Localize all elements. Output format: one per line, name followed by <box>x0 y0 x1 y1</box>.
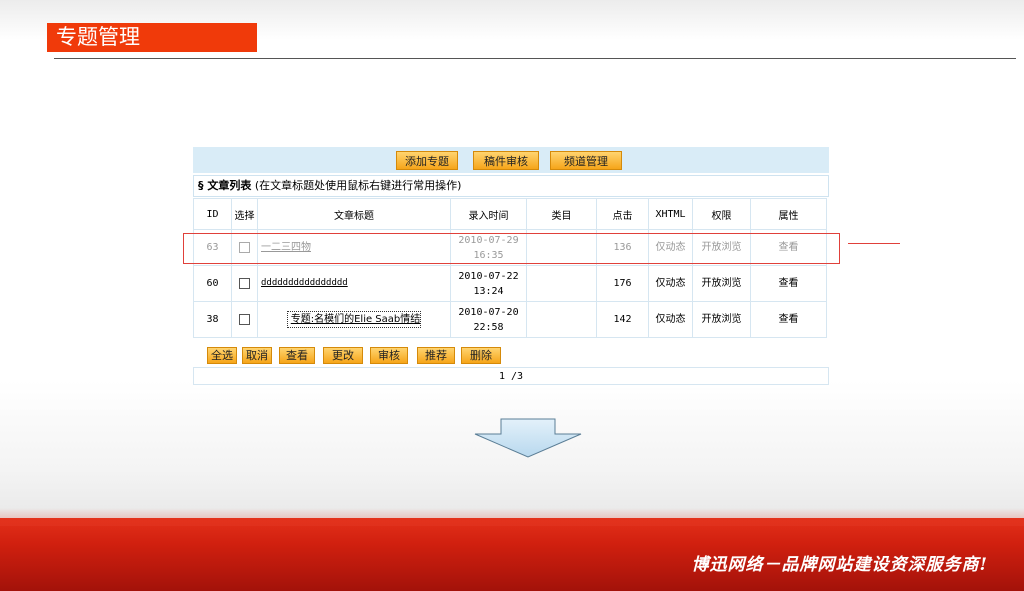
article-title-link[interactable]: 专题:名模们的Elie Saab情结 <box>286 311 422 328</box>
select-all-button[interactable]: 全选 <box>207 347 237 364</box>
article-table: ID 选择 文章标题 录入时间 类目 点击 XHTML 权限 属性 63 一二三… <box>193 198 827 338</box>
review-submissions-button[interactable]: 稿件审核 <box>473 151 539 170</box>
row-id: 60 <box>193 265 232 302</box>
row-xhtml: 仅动态 <box>648 265 693 302</box>
row-checkbox[interactable] <box>239 277 250 289</box>
section-hint: (在文章标题处使用鼠标右键进行常用操作) <box>254 179 462 192</box>
row-permission: 开放浏览 <box>692 301 751 338</box>
row-category <box>526 301 597 338</box>
row-id: 38 <box>193 301 232 338</box>
header-xhtml: XHTML <box>648 198 693 230</box>
article-title-link[interactable]: dddddddddddddddd <box>258 276 450 291</box>
row-title-cell: dddddddddddddddd <box>257 265 451 302</box>
article-panel: 添加专题 稿件审核 频道管理 § 文章列表 (在文章标题处使用鼠标右键进行常用操… <box>193 145 830 388</box>
row-title-cell: 专题:名模们的Elie Saab情结 <box>257 301 451 338</box>
row-permission: 开放浏览 <box>692 265 751 302</box>
bulk-action-bar: 全选 取消 查看 更改 审核 推荐 删除 <box>193 345 829 365</box>
row-category <box>526 265 597 302</box>
callout-line <box>848 243 900 244</box>
row-xhtml: 仅动态 <box>648 301 693 338</box>
add-topic-button[interactable]: 添加专题 <box>396 151 458 170</box>
table-header-row: ID 选择 文章标题 录入时间 类目 点击 XHTML 权限 属性 <box>193 198 827 230</box>
header-category: 类目 <box>526 198 597 230</box>
header-clicks: 点击 <box>596 198 649 230</box>
row-select <box>231 265 258 302</box>
row-checkbox[interactable] <box>239 313 250 325</box>
row-select <box>231 301 258 338</box>
section-header: § 文章列表 (在文章标题处使用鼠标右键进行常用操作) <box>193 175 829 197</box>
header-select: 选择 <box>231 198 258 230</box>
table-row: 60 dddddddddddddddd 2010-07-22 13:24 176… <box>193 265 827 302</box>
row-clicks: 142 <box>596 301 649 338</box>
highlight-box <box>183 233 840 264</box>
section-label: § 文章列表 <box>198 179 252 192</box>
row-view-link[interactable]: 查看 <box>750 265 827 302</box>
header-title: 文章标题 <box>257 198 451 230</box>
delete-button[interactable]: 删除 <box>461 347 501 364</box>
header-attr: 属性 <box>750 198 827 230</box>
audit-button[interactable]: 审核 <box>370 347 408 364</box>
header-time: 录入时间 <box>450 198 527 230</box>
channel-manage-button[interactable]: 频道管理 <box>550 151 622 170</box>
row-time: 2010-07-22 13:24 <box>450 265 527 302</box>
down-arrow-icon <box>474 418 582 458</box>
header-permission: 权限 <box>692 198 751 230</box>
row-clicks: 176 <box>596 265 649 302</box>
header-id: ID <box>193 198 232 230</box>
pagination[interactable]: 1 /3 <box>193 367 829 385</box>
table-row: 38 专题:名模们的Elie Saab情结 2010-07-20 22:58 1… <box>193 301 827 338</box>
view-button[interactable]: 查看 <box>279 347 315 364</box>
cancel-button[interactable]: 取消 <box>242 347 272 364</box>
row-view-link[interactable]: 查看 <box>750 301 827 338</box>
slide-title: 专题管理 <box>47 23 257 52</box>
recommend-button[interactable]: 推荐 <box>417 347 455 364</box>
row-time: 2010-07-20 22:58 <box>450 301 527 338</box>
edit-button[interactable]: 更改 <box>323 347 363 364</box>
toolbar: 添加专题 稿件审核 频道管理 <box>193 147 829 173</box>
title-divider <box>54 58 1016 59</box>
slogan: 博迅网络－品牌网站建设资深服务商! <box>691 555 988 575</box>
